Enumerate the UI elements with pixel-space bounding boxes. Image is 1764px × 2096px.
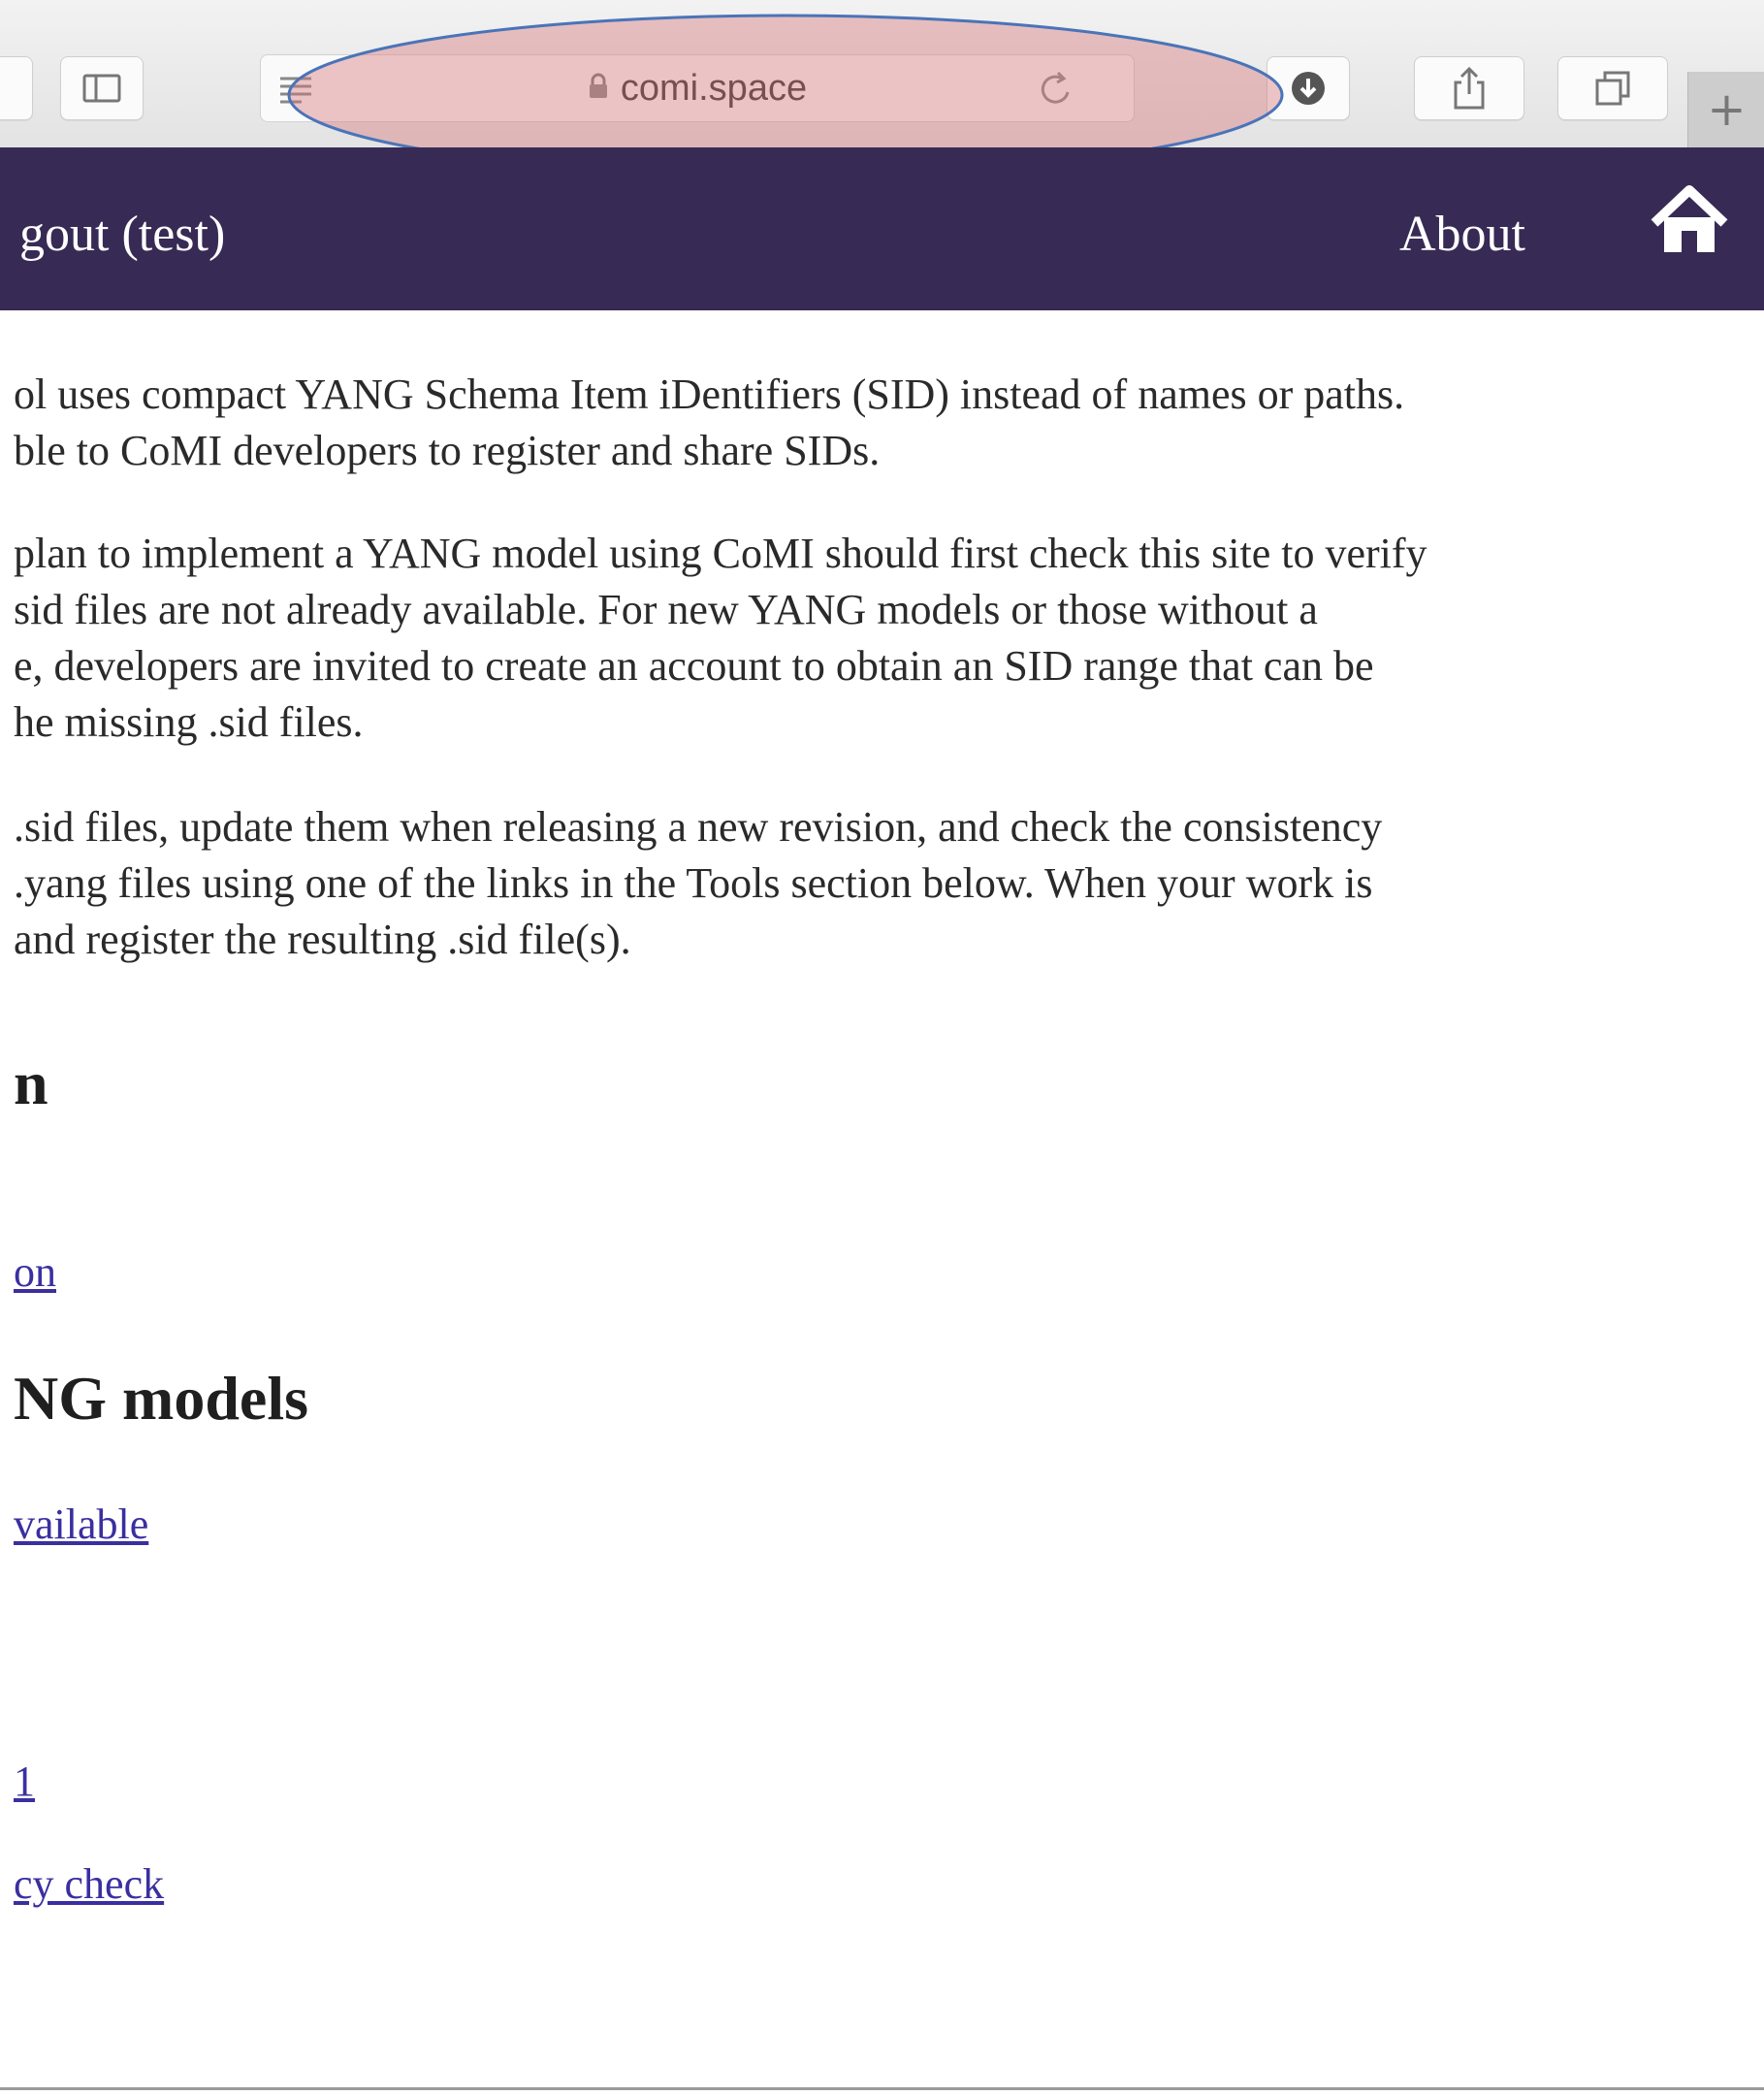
text-line: e, developers are invited to create an a…: [14, 642, 1374, 690]
home-icon[interactable]: [1649, 180, 1730, 267]
download-icon: [1289, 69, 1328, 108]
tabs-icon: [1593, 69, 1632, 108]
section-link[interactable]: on: [14, 1247, 56, 1297]
reload-icon[interactable]: [1037, 67, 1075, 114]
logout-link[interactable]: gout (test): [19, 204, 225, 266]
tools-paragraph: .sid files, update them when releasing a…: [14, 799, 1382, 968]
browser-toolbar: comi.space +: [0, 0, 1764, 148]
section-heading: n: [14, 1048, 48, 1117]
text-line: .yang files using one of the links in th…: [14, 859, 1373, 907]
registration-link[interactable]: 1: [14, 1757, 35, 1806]
lock-icon: [588, 68, 609, 110]
about-link[interactable]: About: [1399, 204, 1525, 266]
text-line: plan to implement a YANG model using CoM…: [14, 530, 1427, 577]
text-line: sid files are not already available. For…: [14, 586, 1318, 633]
consistency-check-link[interactable]: cy check: [14, 1859, 164, 1909]
bottom-divider: [0, 2087, 1764, 2090]
text-line: he missing .sid files.: [14, 698, 364, 746]
tabs-overview-button[interactable]: [1557, 56, 1668, 120]
yang-models-heading: NG models: [14, 1364, 308, 1433]
plus-icon: +: [1707, 82, 1747, 137]
sidebar-button[interactable]: [60, 56, 144, 120]
address-bar[interactable]: comi.space: [260, 54, 1135, 122]
usage-paragraph: plan to implement a YANG model using CoM…: [14, 526, 1427, 751]
new-tab-button[interactable]: +: [1687, 72, 1764, 147]
text-line: and register the resulting .sid file(s).: [14, 916, 631, 963]
available-link[interactable]: vailable: [14, 1499, 148, 1549]
download-button[interactable]: [1267, 56, 1350, 120]
share-icon: [1450, 65, 1489, 112]
back-forward-button[interactable]: [0, 56, 33, 120]
text-line: .sid files, update them when releasing a…: [14, 803, 1383, 851]
share-button[interactable]: [1414, 56, 1524, 120]
intro-paragraph: ol uses compact YANG Schema Item iDentif…: [14, 367, 1404, 479]
address-text[interactable]: comi.space: [621, 68, 807, 110]
sidebar-icon: [82, 74, 121, 103]
text-line: ble to CoMI developers to register and s…: [14, 427, 881, 474]
text-line: ol uses compact YANG Schema Item iDentif…: [14, 371, 1405, 418]
